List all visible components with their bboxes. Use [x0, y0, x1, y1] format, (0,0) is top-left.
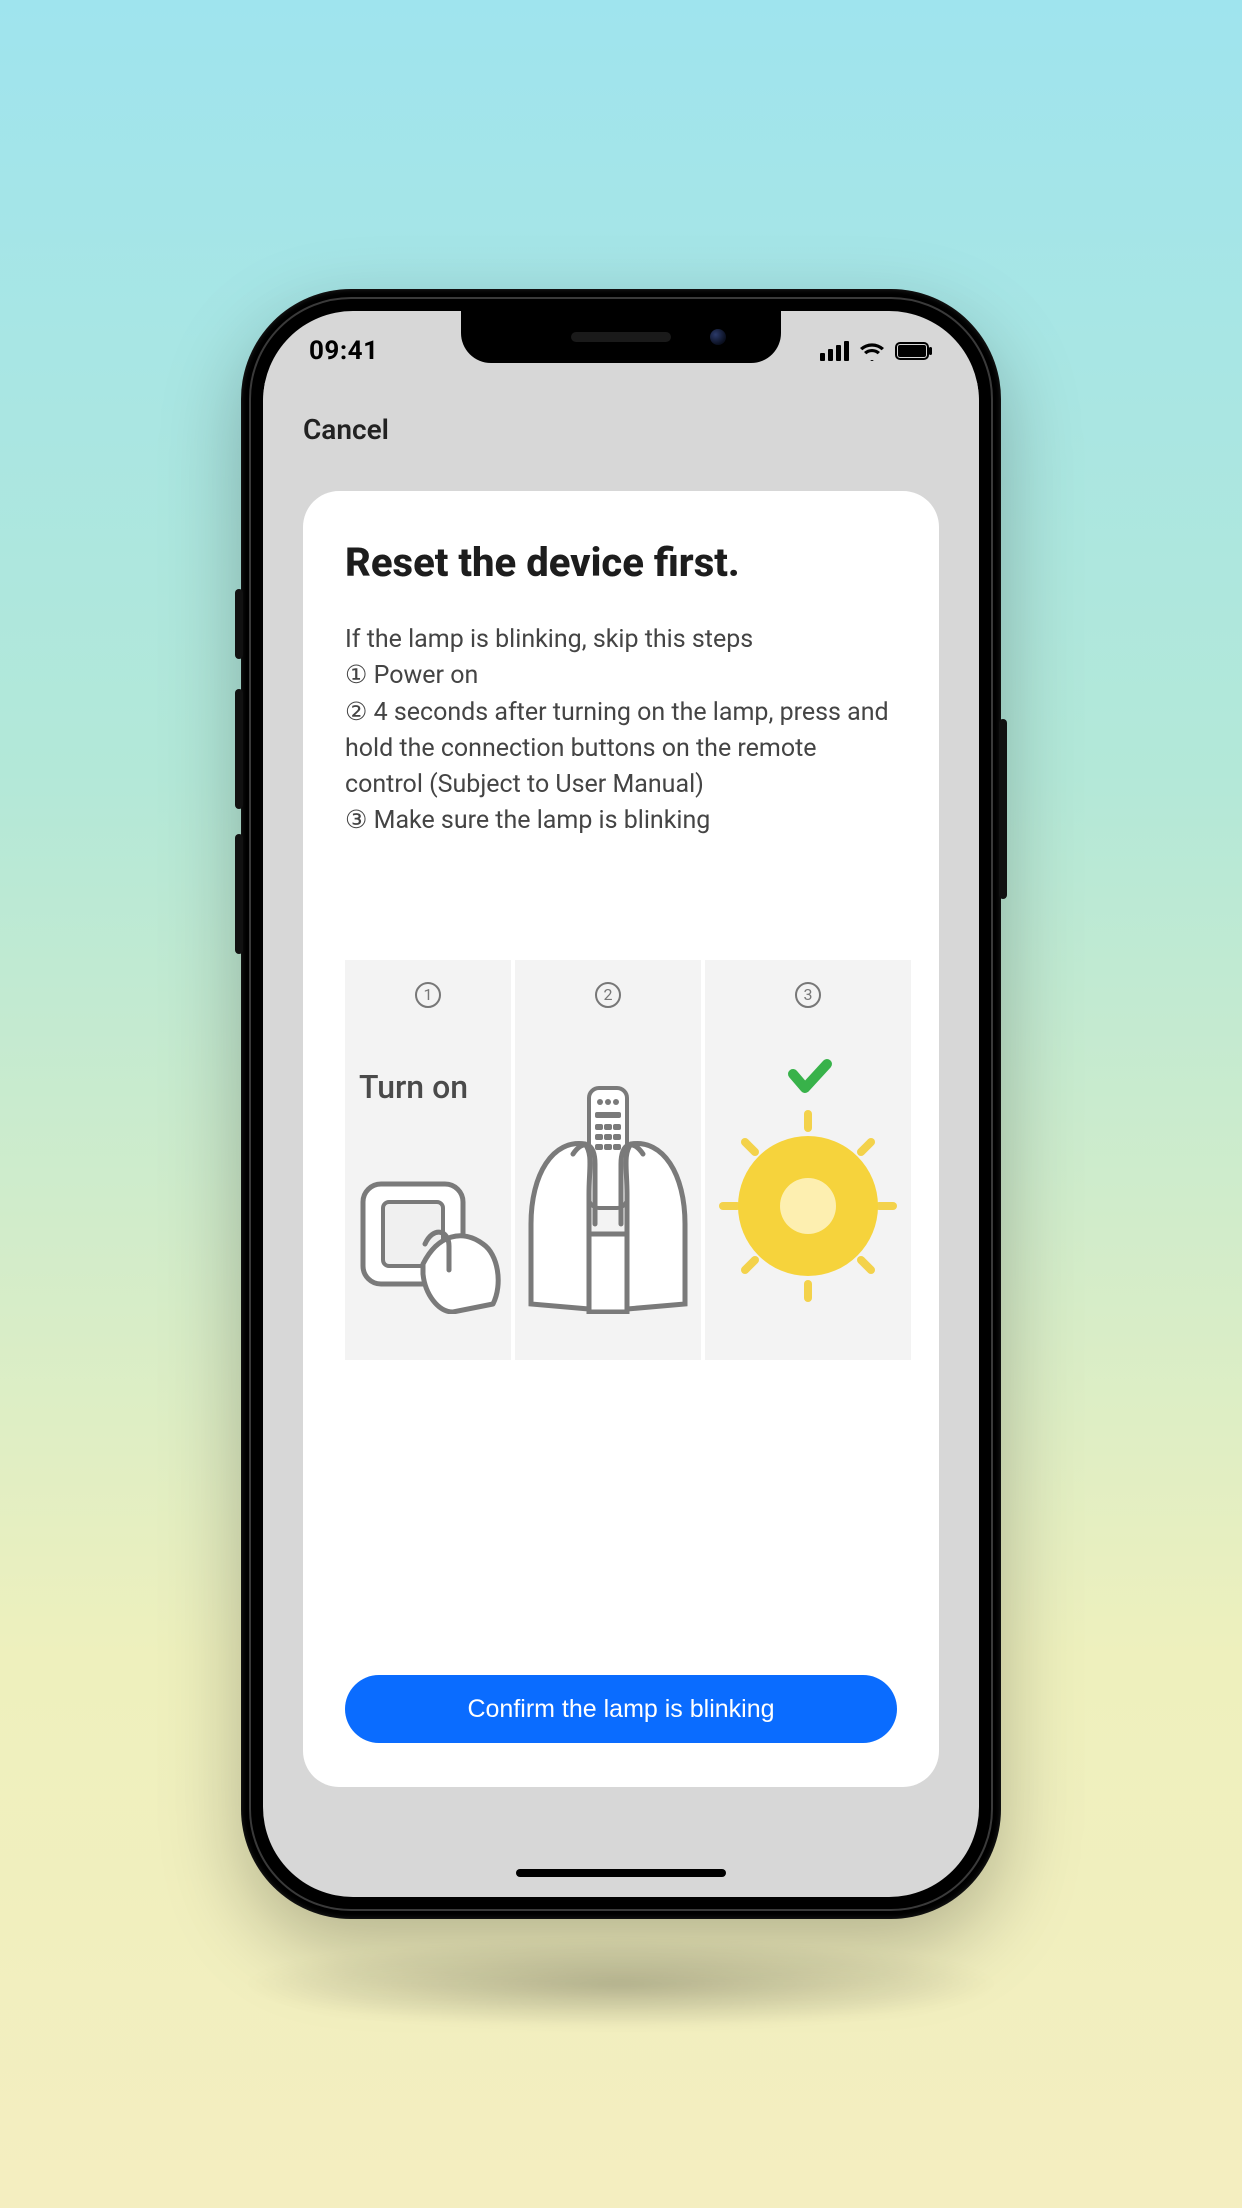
- card-title: Reset the device first.: [345, 539, 897, 586]
- step-tile-2: 2: [515, 960, 701, 1360]
- lamp-blinking-icon: [713, 1056, 903, 1320]
- status-time: 09:41: [309, 336, 379, 366]
- step-number-3: 3: [795, 982, 821, 1008]
- step-1-label: Turn on: [359, 1068, 468, 1106]
- card-body-step1: ① Power on: [345, 658, 897, 694]
- confirm-button-label: Confirm the lamp is blinking: [467, 1695, 774, 1724]
- mute-switch: [235, 589, 243, 659]
- step-number-1: 1: [415, 982, 441, 1008]
- screen: 09:41 Cancel Reset the device f: [263, 311, 979, 1897]
- instruction-card: Reset the device first. If the lamp is b…: [303, 491, 939, 1787]
- switch-press-icon: [353, 1174, 503, 1318]
- notch: [461, 311, 781, 363]
- power-button: [999, 719, 1007, 899]
- cellular-icon: [820, 341, 849, 361]
- front-camera-icon: [710, 329, 726, 345]
- volume-down: [235, 834, 243, 954]
- home-indicator[interactable]: [516, 1869, 726, 1877]
- step-tile-3: 3: [705, 960, 911, 1360]
- card-body-step3: ③ Make sure the lamp is blinking: [345, 803, 897, 839]
- remote-hold-icon: [523, 1084, 693, 1318]
- speaker-icon: [571, 332, 671, 342]
- step-number-2: 2: [595, 982, 621, 1008]
- step-tile-1: 1 Turn on: [345, 960, 511, 1360]
- card-body-intro: If the lamp is blinking, skip this steps: [345, 622, 897, 658]
- volume-up: [235, 689, 243, 809]
- cancel-button[interactable]: Cancel: [303, 413, 389, 446]
- battery-icon: [895, 342, 933, 360]
- card-body-step2: ② 4 seconds after turning on the lamp, p…: [345, 695, 897, 804]
- phone-frame: 09:41 Cancel Reset the device f: [241, 289, 1001, 1919]
- illustration-row: 1 Turn on 2: [345, 960, 897, 1360]
- nav-bar: Cancel: [263, 383, 979, 475]
- phone-shadow: [241, 1939, 1001, 2029]
- wifi-icon: [859, 341, 885, 361]
- confirm-button[interactable]: Confirm the lamp is blinking: [345, 1675, 897, 1743]
